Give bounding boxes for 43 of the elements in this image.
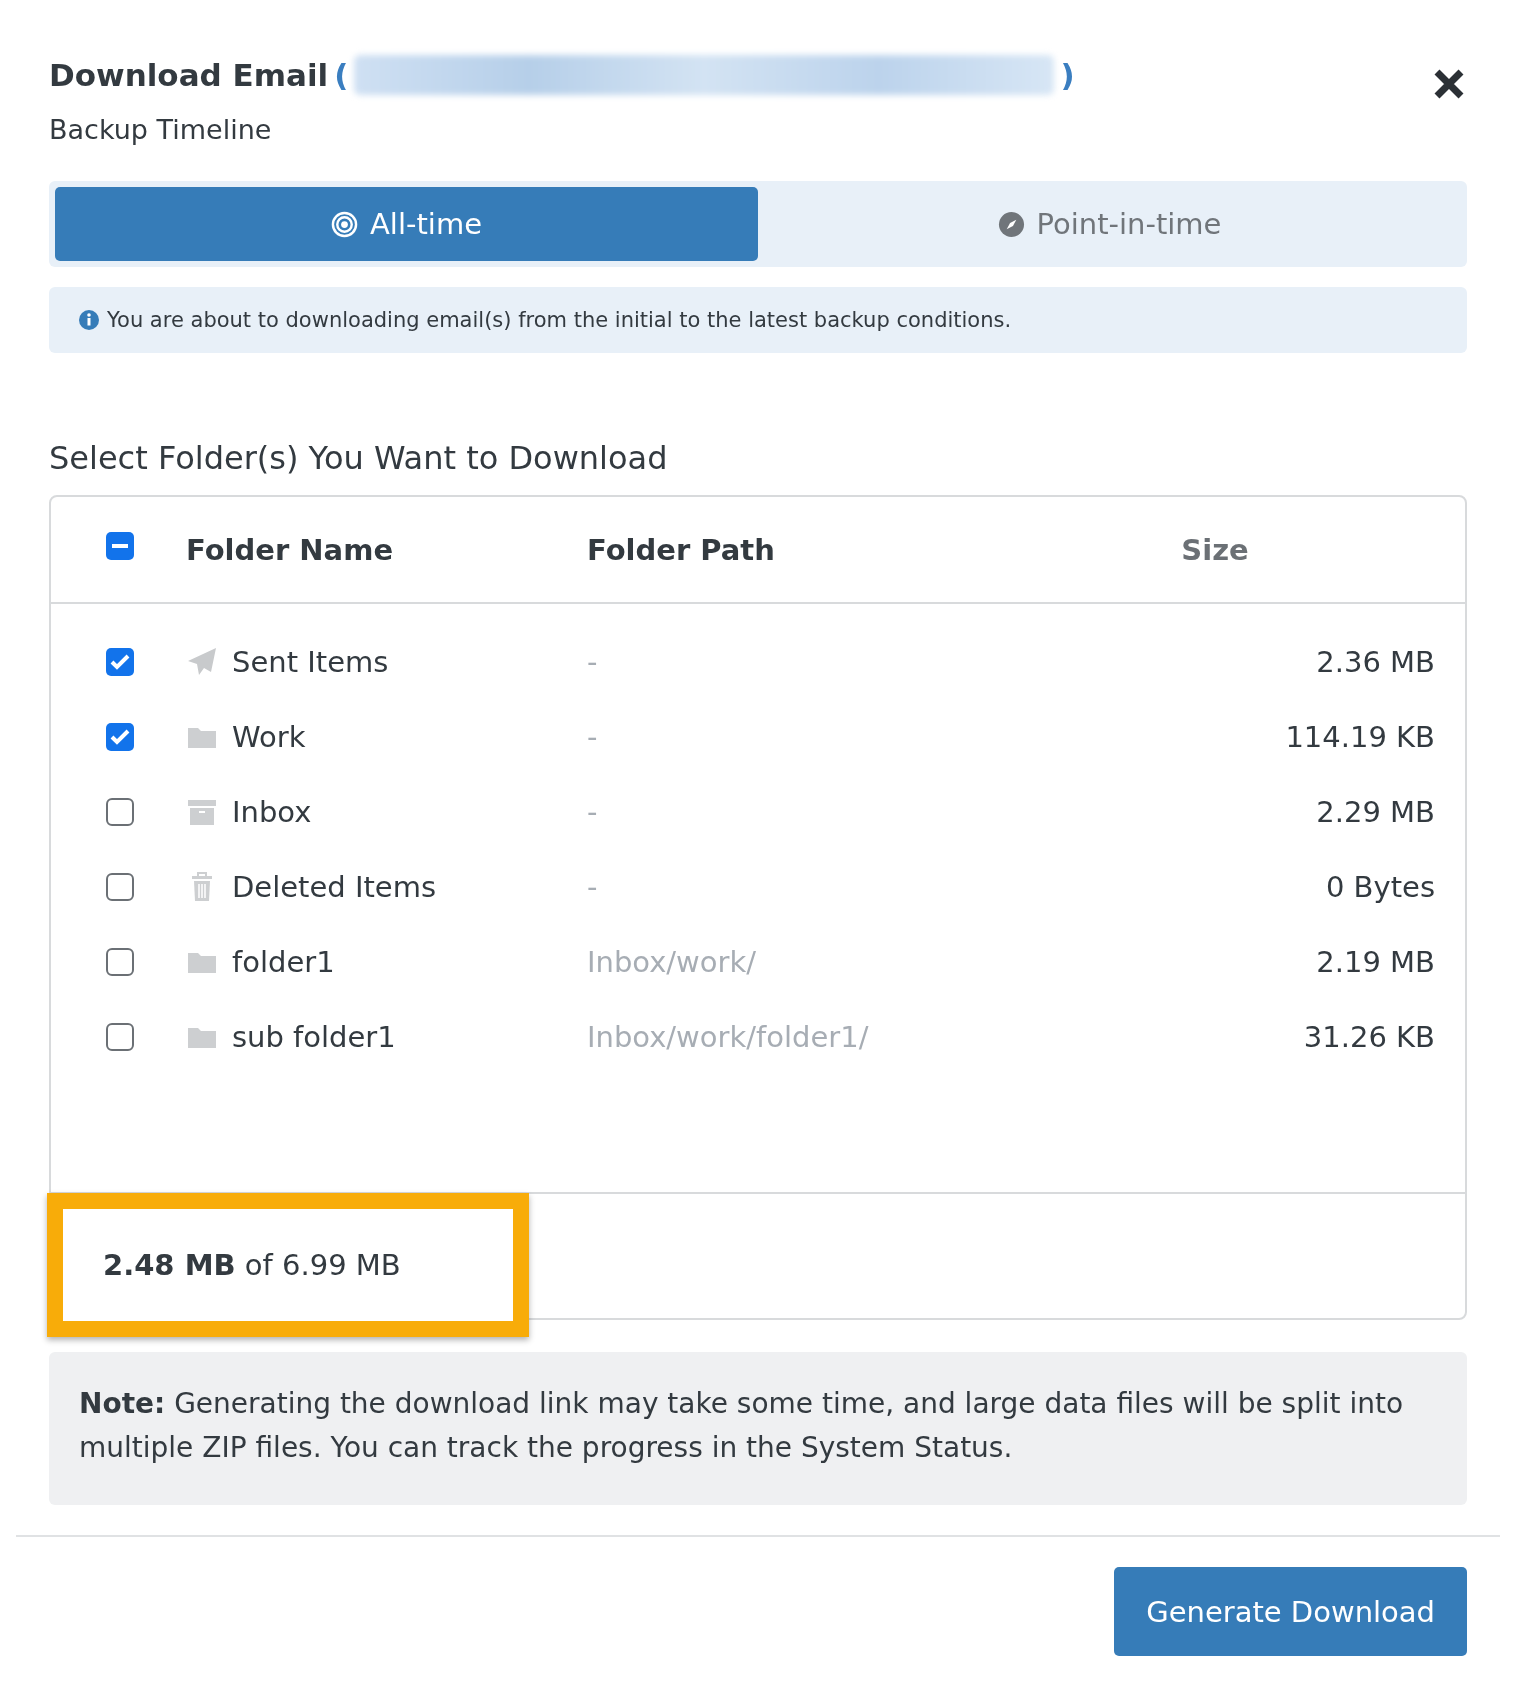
compass-icon — [997, 210, 1025, 238]
folder-path: - — [587, 869, 598, 904]
timeline-tab[interactable]: Point-in-time — [758, 187, 1461, 261]
folder-size: 2.19 MB — [1316, 944, 1435, 979]
timeline-tab[interactable]: All-time — [55, 187, 758, 261]
row-checkbox[interactable] — [106, 722, 134, 751]
folder-name: folder1 — [232, 944, 335, 979]
dialog-subtitle: Backup Timeline — [49, 114, 273, 145]
row-checkbox[interactable] — [106, 797, 134, 826]
note-text: Note: Generating the download link may take some time, and large data files will be split into multiple ZIP files. You can track the progress in the System Status. — [49, 1352, 1467, 1505]
row-checkbox[interactable] — [106, 1022, 134, 1051]
section-heading: Select Folder(s) You Want to Download — [49, 439, 669, 477]
folder-path: Inbox/work/ — [587, 944, 757, 979]
row-checkbox[interactable] — [106, 872, 134, 901]
dialog-title: Download Email — [49, 57, 329, 93]
info-icon — [79, 310, 99, 330]
folder-size: 2.36 MB — [1316, 644, 1435, 679]
close-icon[interactable] — [1433, 68, 1465, 100]
folder-name: Inbox — [232, 794, 312, 829]
size-summary: 2.48 MB of 6.99 MB — [103, 1248, 401, 1282]
folder-path: - — [587, 719, 598, 754]
folder-name: Sent Items — [232, 644, 389, 679]
folder-size: 31.26 KB — [1303, 1019, 1435, 1054]
close-paren: ) — [1060, 57, 1075, 93]
column-header: Folder Name — [186, 532, 394, 567]
folder-size: 114.19 KB — [1285, 719, 1435, 754]
folder-size: 2.29 MB — [1316, 794, 1435, 829]
generate-download-button[interactable]: Generate Download — [1114, 1567, 1467, 1656]
folder-path: - — [587, 644, 598, 679]
folder-size: 0 Bytes — [1325, 869, 1435, 904]
info-text: You are about to downloading email(s) from the initial to the latest backup conditions. — [107, 308, 1012, 332]
folder-name: Deleted Items — [232, 869, 437, 904]
folder-name: sub folder1 — [232, 1019, 396, 1054]
row-checkbox[interactable] — [106, 947, 134, 976]
target-icon — [331, 210, 359, 238]
column-header[interactable]: Size — [1181, 532, 1249, 567]
row-checkbox[interactable] — [106, 647, 134, 676]
select-all-checkbox[interactable] — [106, 532, 134, 560]
folder-path: Inbox/work/folder1/ — [587, 1019, 869, 1054]
open-paren: ( — [334, 57, 349, 93]
folder-path: - — [587, 794, 598, 829]
column-header: Folder Path — [587, 532, 776, 567]
folder-name: Work — [232, 719, 306, 754]
